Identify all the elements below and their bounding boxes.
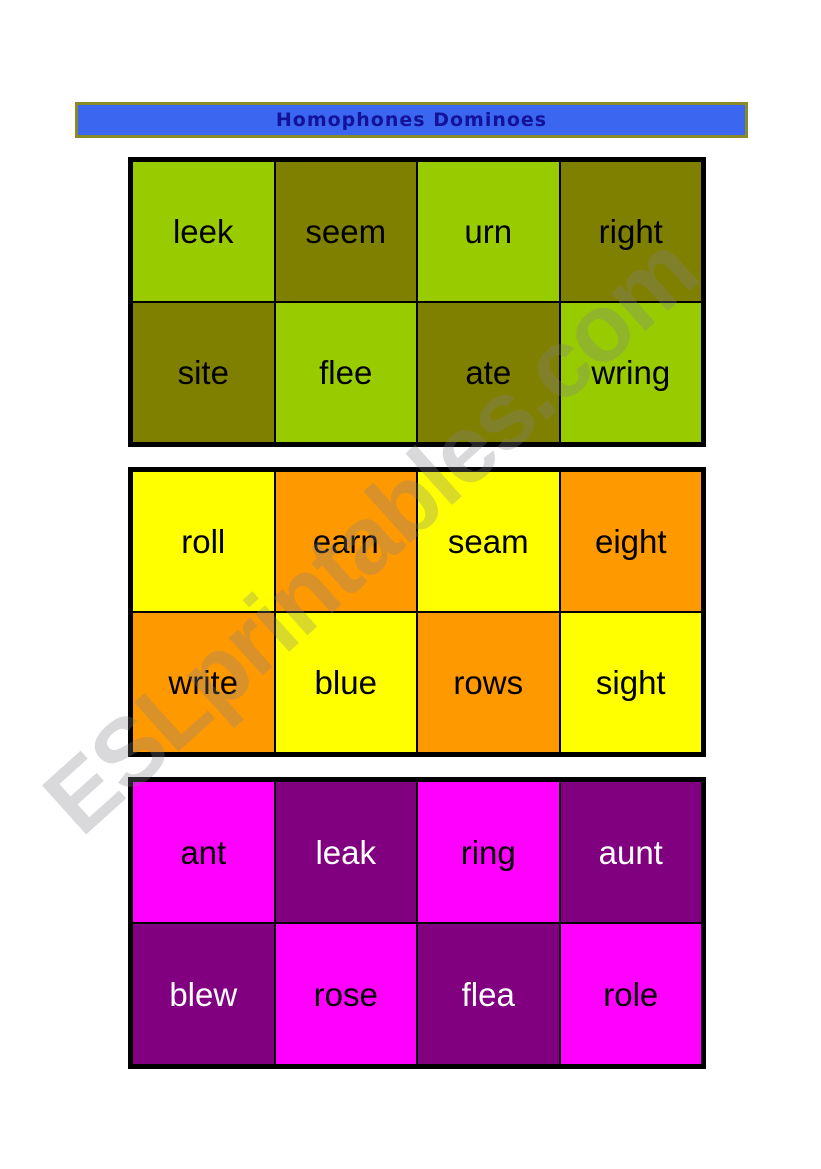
domino-cell[interactable]: flea — [418, 924, 559, 1064]
domino-word: site — [177, 354, 229, 391]
domino-cell[interactable]: eight — [560, 472, 701, 611]
domino-cell[interactable]: ate — [418, 303, 559, 442]
domino-word: seam — [447, 523, 529, 560]
domino-word: sight — [595, 664, 666, 701]
domino-cell[interactable]: wring — [560, 303, 701, 442]
page-title: Homophones Dominoes — [275, 109, 548, 131]
domino-word: leek — [172, 213, 234, 250]
worksheet-title-banner: Homophones Dominoes — [75, 102, 748, 138]
domino-word: earn — [312, 523, 379, 560]
domino-word: flea — [461, 975, 515, 1013]
domino-cell[interactable]: leek — [133, 162, 274, 301]
worksheet-page: Homophones Dominoes leek seem urn right site… — [0, 0, 821, 1169]
domino-cell[interactable]: seem — [275, 162, 416, 301]
domino-cell[interactable]: write — [133, 613, 274, 752]
domino-word: roll — [181, 523, 226, 560]
domino-word: urn — [464, 213, 513, 250]
domino-cell[interactable]: leak — [275, 782, 416, 922]
domino-cell[interactable]: earn — [275, 472, 416, 611]
domino-cell[interactable]: seam — [418, 472, 559, 611]
domino-cell[interactable]: site — [133, 303, 274, 442]
domino-word: rose — [313, 975, 378, 1013]
domino-word: ring — [460, 833, 516, 871]
domino-cell[interactable]: roll — [133, 472, 274, 611]
domino-cell[interactable]: aunt — [560, 782, 701, 922]
domino-word: flee — [319, 354, 373, 391]
domino-cell[interactable]: rows — [418, 613, 559, 752]
domino-cell[interactable]: blew — [133, 924, 274, 1064]
domino-word: role — [603, 975, 659, 1013]
domino-cell[interactable]: sight — [560, 613, 701, 752]
domino-word: blue — [314, 664, 377, 701]
domino-cell[interactable]: ring — [418, 782, 559, 922]
domino-word: eight — [594, 523, 667, 560]
domino-word: write — [168, 664, 239, 701]
domino-word: aunt — [598, 833, 663, 871]
domino-word: blew — [169, 975, 238, 1013]
domino-set-orange: roll earn seam eight write blue rows sight — [128, 467, 706, 757]
domino-word: ate — [465, 354, 512, 391]
domino-word: leak — [315, 833, 377, 871]
domino-word: right — [598, 213, 663, 250]
domino-cell[interactable]: flee — [275, 303, 416, 442]
domino-cell[interactable]: right — [560, 162, 701, 301]
domino-cell[interactable]: ant — [133, 782, 274, 922]
domino-set-purple: ant leak ring aunt blew rose flea role — [128, 777, 706, 1069]
domino-cell[interactable]: blue — [275, 613, 416, 752]
domino-set-green: leek seem urn right site flee ate wring — [128, 157, 706, 447]
domino-cell[interactable]: rose — [275, 924, 416, 1064]
domino-word: wring — [591, 354, 671, 391]
domino-cell[interactable]: urn — [418, 162, 559, 301]
domino-word: ant — [180, 833, 227, 871]
domino-word: rows — [453, 664, 524, 701]
domino-word: seem — [305, 213, 387, 250]
domino-cell[interactable]: role — [560, 924, 701, 1064]
